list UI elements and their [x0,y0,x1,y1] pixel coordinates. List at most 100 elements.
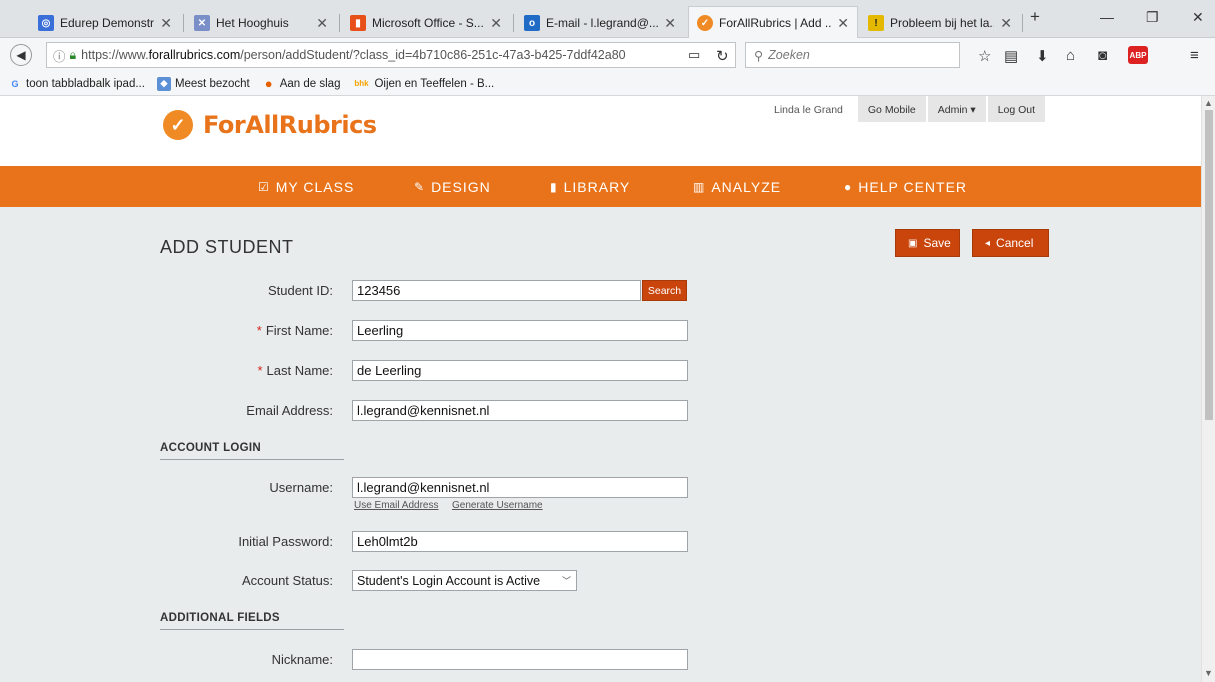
reader-view-icon[interactable]: ▭ [688,47,700,63]
browser-tab[interactable]: ✕ Het Hooghuis ✕ [186,8,336,38]
password-label: Initial Password: [238,534,333,549]
minimize-icon[interactable]: — [1100,9,1114,25]
menu-analyze[interactable]: ▥ ANALYZE [693,179,781,195]
go-mobile-button[interactable]: Go Mobile [857,96,927,122]
generate-username-link[interactable]: Generate Username [452,500,543,511]
tab-favicon-icon: ▮ [350,15,366,31]
close-tab-icon[interactable]: ✕ [1000,15,1012,32]
cancel-button[interactable]: ◂ Cancel [972,229,1049,257]
nickname-input[interactable] [352,649,688,670]
nickname-label: Nickname: [271,652,333,667]
close-window-icon[interactable]: ✕ [1192,9,1204,26]
username-input[interactable] [352,477,688,498]
menu-help-center[interactable]: ● HELP CENTER [844,179,967,195]
library-icon[interactable]: ▤ [1004,47,1018,65]
bookmark-label: Aan de slag [279,77,341,90]
tab-favicon-icon: ✓ [697,15,713,31]
last-name-input[interactable] [352,360,688,381]
browser-tab-bar: ◎ Edurep Demonstrat... ✕ ✕ Het Hooghuis … [0,0,1215,39]
floppy-icon: ▣ [908,237,918,249]
password-input[interactable] [352,531,688,552]
warning-icon: ! [868,15,884,31]
close-tab-icon[interactable]: ✕ [837,15,849,32]
close-tab-icon[interactable]: ✕ [664,15,676,32]
use-email-address-link[interactable]: Use Email Address [354,500,438,511]
menu-label: MY CLASS [275,179,355,195]
browser-tab[interactable]: ! Probleem bij het la... ✕ [860,8,1020,38]
bookmark-label: Meest bezocht [174,77,250,90]
close-tab-icon[interactable]: ✕ [160,15,172,32]
first-name-input[interactable] [352,320,688,341]
checkbox-icon: ☑ [258,180,270,194]
google-icon: G [11,78,19,89]
bookmark-item[interactable]: G toon tabbladbalk ipad... [8,77,144,91]
home-icon[interactable]: ⌂ [1066,47,1075,64]
menu-library[interactable]: ▮ LIBRARY [550,179,630,195]
user-nav: Linda le Grand Go Mobile Admin ▾ Log Out [760,96,1047,122]
first-name-label-text: First Name: [265,323,333,338]
save-label: Save [923,236,951,250]
most-visited-icon: ◆ [156,76,171,91]
url-domain: forallrubrics.com [148,48,241,62]
restore-icon[interactable]: ❐ [1146,9,1159,26]
account-login-heading: ACCOUNT LOGIN [160,442,262,454]
browser-tab-active[interactable]: ✓ ForAllRubrics | Add ... ✕ [688,6,858,39]
save-button[interactable]: ▣ Save [895,229,960,257]
menu-my-class[interactable]: ☑ MY CLASS [258,179,354,195]
bookmark-item[interactable]: ● Aan de slag [262,76,341,91]
bookmark-item[interactable]: ◆ Meest bezocht [156,76,250,91]
cancel-label: Cancel [996,236,1034,250]
reload-icon[interactable]: ↻ [716,47,729,65]
browser-tab[interactable]: ▮ Microsoft Office - S... ✕ [342,8,510,38]
bhk-icon: bhk [354,79,369,88]
account-status-value: Student's Login Account is Active [357,573,541,588]
admin-dropdown[interactable]: Admin ▾ [927,96,987,122]
download-icon[interactable]: ⬇ [1036,47,1049,65]
close-tab-icon[interactable]: ✕ [490,15,502,32]
tab-title: E-mail - l.legrand@... [546,16,659,30]
bookmark-star-icon[interactable]: ☆ [978,47,991,65]
tab-title: Het Hooghuis [216,16,289,30]
chevron-down-icon: ﹀ [561,576,571,586]
main-menu: ☑ MY CLASS ✎ DESIGN ▮ LIBRARY ▥ ANALYZE … [0,166,1201,207]
scroll-down-icon[interactable]: ▼ [1204,668,1213,678]
address-bar[interactable]: ⓘ 🔒︎ https://www. forallrubrics.com/perso… [46,42,736,68]
info-icon[interactable]: ⓘ [53,46,66,65]
search-button[interactable]: Search [642,280,687,301]
new-tab-icon[interactable]: + [1030,7,1040,27]
pocket-icon[interactable]: ◙ [1098,47,1107,64]
browser-tab[interactable]: ◎ Edurep Demonstrat... ✕ [30,8,180,38]
student-id-label: Student ID: [267,283,333,298]
caret-left-icon: ◂ [985,237,991,249]
brand-name: ForAllRubrics [203,111,377,139]
last-name-label-text: Last Name: [266,363,333,378]
search-icon: ⚲ [754,48,764,63]
chart-icon: ▥ [693,180,706,194]
menu-icon[interactable]: ≡ [1190,47,1199,64]
required-marker: * [256,323,262,338]
browser-tab[interactable]: o E-mail - l.legrand@... ✕ [516,8,684,38]
search-input[interactable]: ⚲ Zoeken [745,42,960,68]
page-scrollbar[interactable]: ▲ ▼ [1201,96,1215,682]
student-id-input[interactable] [352,280,641,301]
adblock-icon[interactable]: ABP [1128,46,1148,64]
bookmark-item[interactable]: bhk Oijen en Teeffelen - B... [352,77,494,91]
tab-favicon-icon: ✕ [194,15,210,31]
brand-logo[interactable]: ✓ ForAllRubrics [163,110,377,140]
account-status-select[interactable]: Student's Login Account is Active ﹀ [352,570,577,591]
back-icon[interactable]: ◀ [10,44,32,66]
close-tab-icon[interactable]: ✕ [316,15,328,32]
account-status-label: Account Status: [241,573,333,588]
last-name-label: * Last Name: [153,363,333,378]
email-input[interactable] [352,400,688,421]
scroll-up-icon[interactable]: ▲ [1204,98,1213,108]
firefox-icon: ● [264,76,273,91]
tab-favicon-icon: o [524,15,540,31]
scrollbar-thumb[interactable] [1205,110,1213,420]
checkmark-logo-icon: ✓ [163,110,193,140]
log-out-button[interactable]: Log Out [987,96,1047,122]
tab-title: Edurep Demonstrat... [60,16,155,30]
book-icon: ▮ [550,180,558,194]
chat-icon: ● [844,180,853,194]
menu-design[interactable]: ✎ DESIGN [414,179,491,195]
